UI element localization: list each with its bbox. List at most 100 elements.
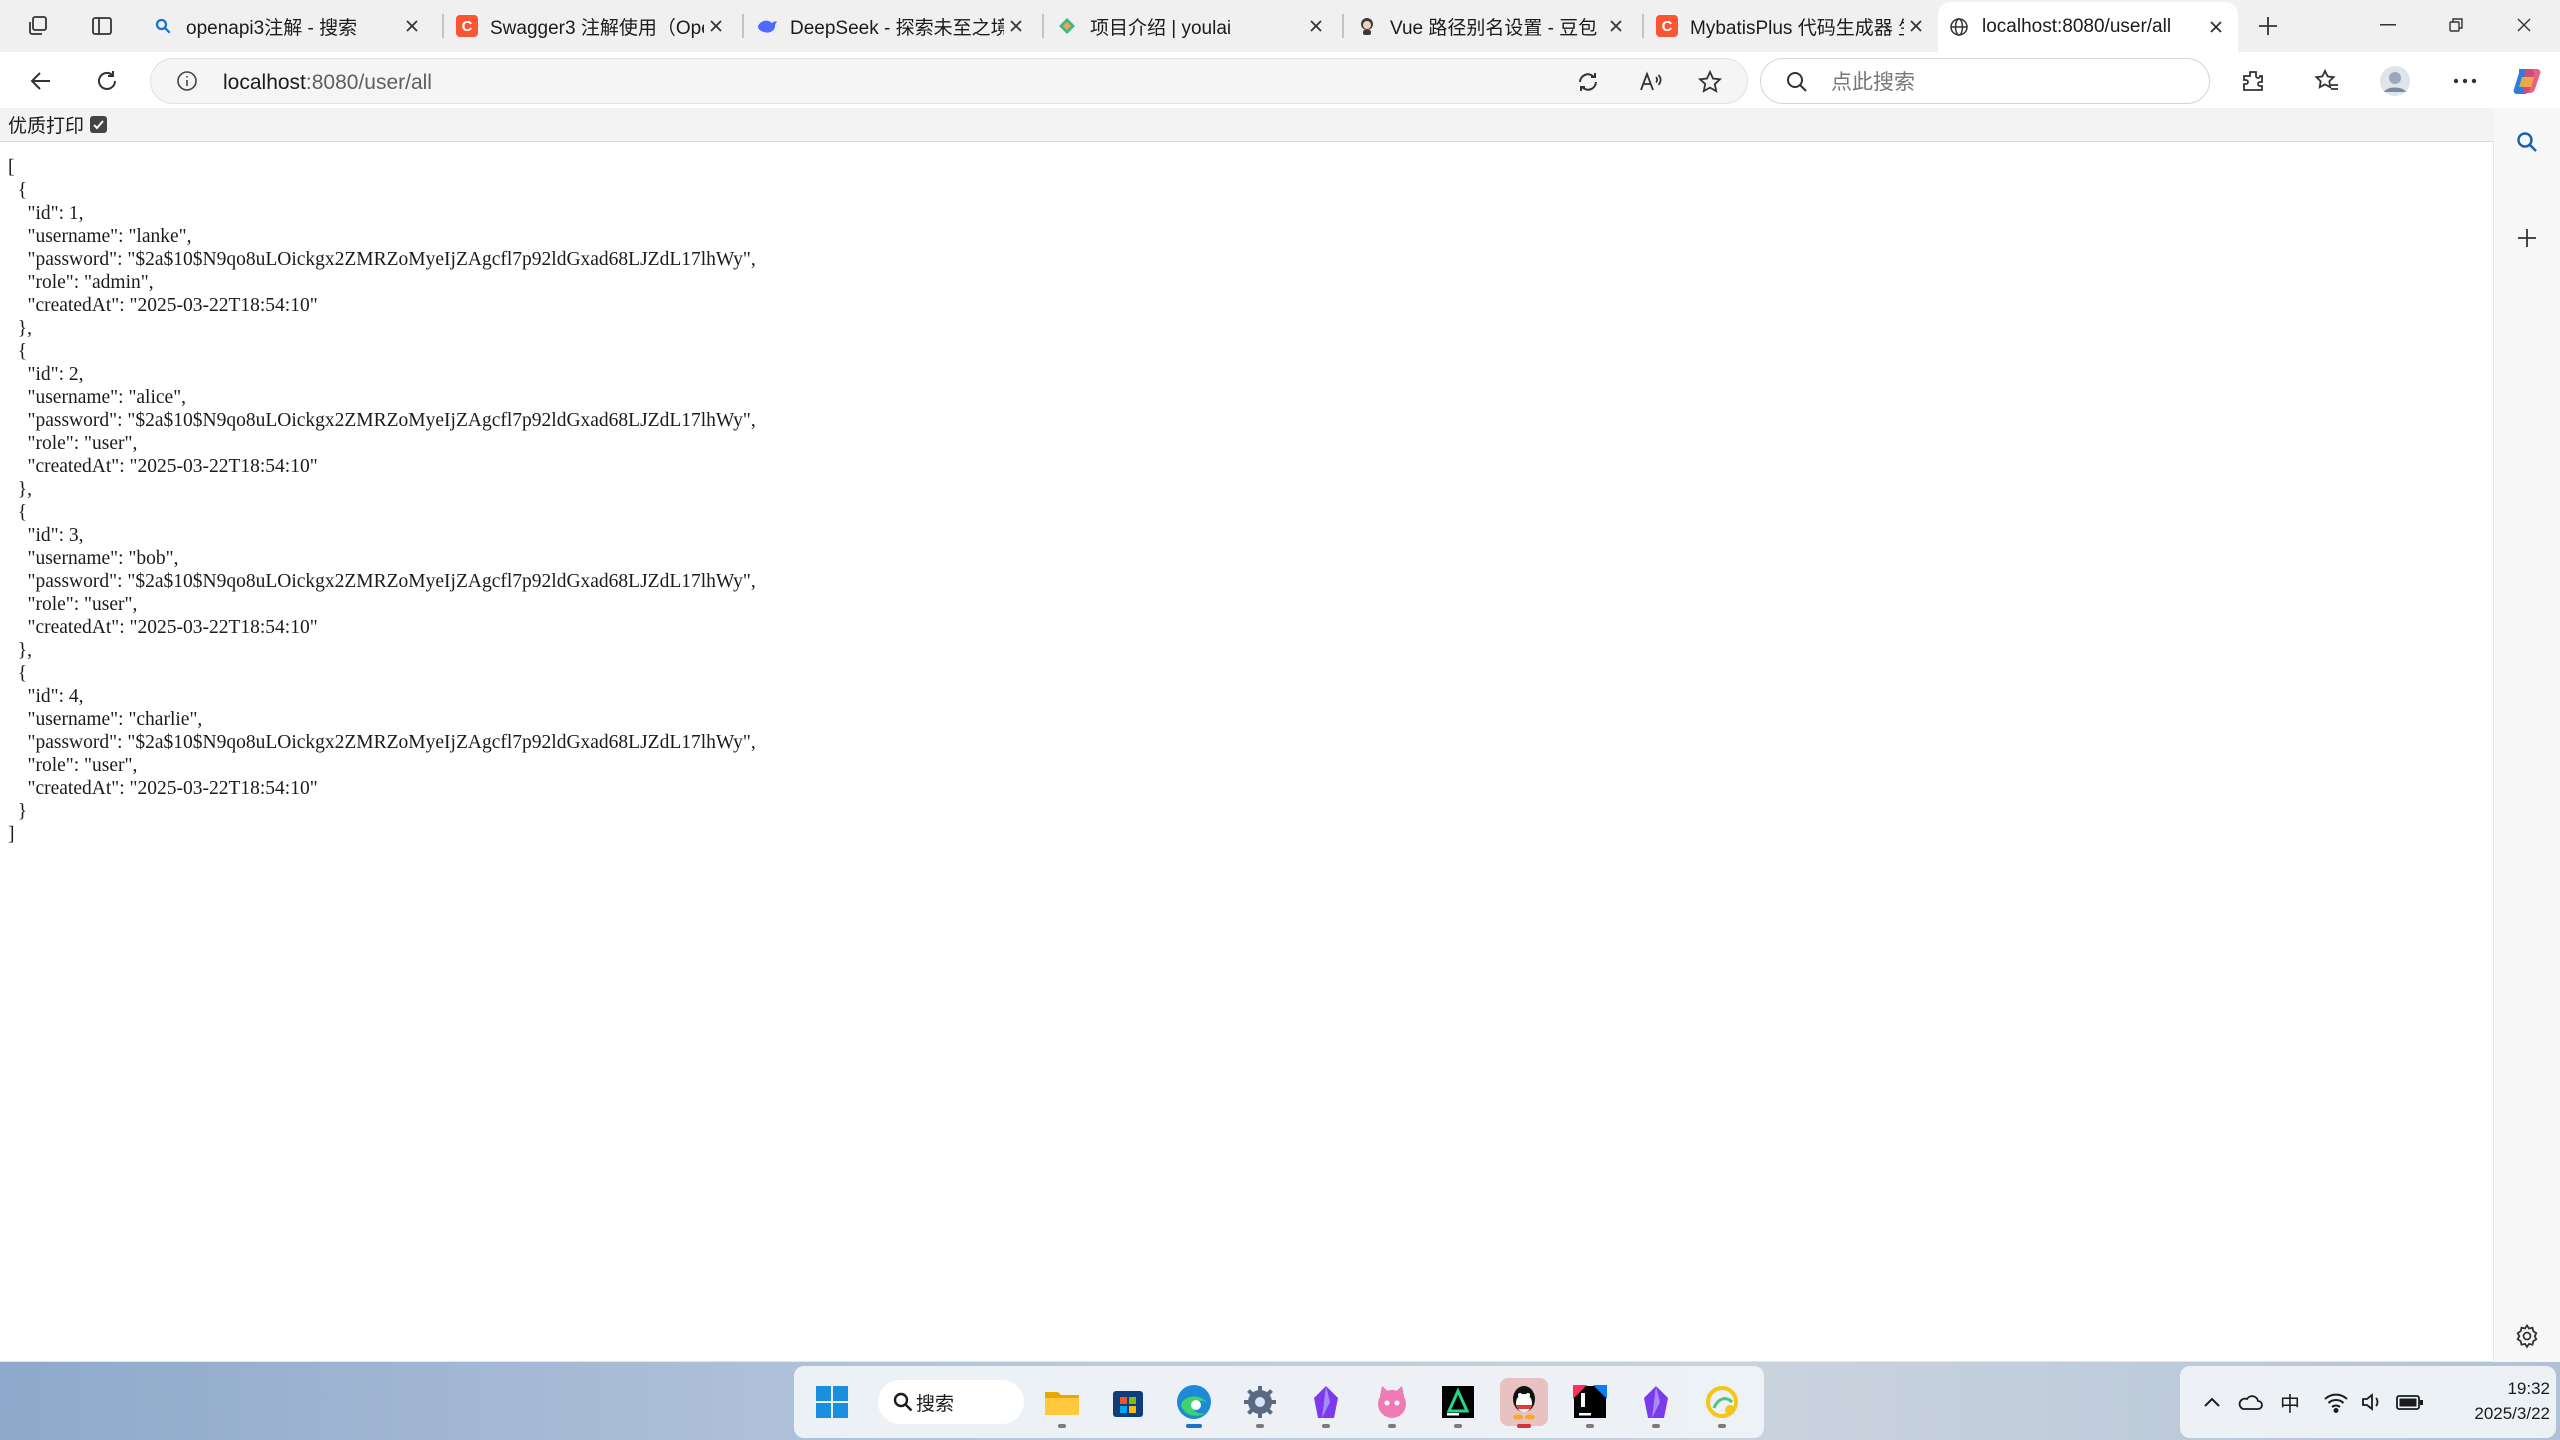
json-line-password: "password": "$2a$10$N9qo8uLOickgx2ZMRZoM… bbox=[8, 732, 756, 753]
close-icon[interactable] bbox=[1904, 14, 1928, 38]
url-path: :8080/user/all bbox=[305, 71, 432, 94]
tab-openapi3[interactable]: openapi3注解 - 搜索 bbox=[142, 6, 434, 46]
pycharm-icon[interactable] bbox=[1434, 1378, 1482, 1428]
tab-doubao[interactable]: Vue 路径别名设置 - 豆包 bbox=[1346, 6, 1638, 46]
back-icon[interactable] bbox=[20, 60, 62, 102]
favorites-icon[interactable] bbox=[2306, 60, 2348, 102]
tab-swagger3[interactable]: C Swagger3 注解使用（Open bbox=[446, 6, 738, 46]
ime-indicator[interactable]: 中 bbox=[2276, 1388, 2304, 1416]
json-key: "id": bbox=[8, 364, 69, 385]
json-key: "username": bbox=[8, 548, 129, 569]
clock[interactable]: 19:32 2025/3/22 bbox=[2450, 1376, 2550, 1426]
json-line-id: "id": 2, bbox=[8, 364, 84, 385]
pretty-print-label: 优质打印 bbox=[8, 115, 85, 137]
url-host: localhost bbox=[223, 71, 306, 94]
site-info-icon[interactable] bbox=[175, 69, 199, 98]
json-value: "alice" bbox=[128, 387, 182, 408]
json-punct: , bbox=[78, 686, 84, 707]
file-explorer-icon[interactable] bbox=[1038, 1378, 1086, 1428]
restore-icon[interactable] bbox=[2420, 0, 2492, 50]
tab-localhost-active[interactable]: localhost:8080/user/all bbox=[1938, 2, 2238, 52]
url-text[interactable]: localhost:8080/user/all bbox=[223, 71, 432, 95]
json-punct: , bbox=[78, 364, 84, 385]
json-brace: { bbox=[17, 180, 28, 201]
refresh-icon[interactable] bbox=[86, 60, 128, 102]
close-icon[interactable] bbox=[400, 14, 424, 38]
close-window-icon[interactable] bbox=[2488, 0, 2560, 50]
close-icon[interactable] bbox=[2204, 15, 2228, 39]
tab-title: MybatisPlus 代码生成器 生 bbox=[1690, 17, 1904, 39]
windows-taskbar: 搜索 中 19:32 2025/3/22 bbox=[0, 1362, 2560, 1440]
close-icon[interactable] bbox=[704, 14, 728, 38]
json-bracket: ] bbox=[8, 824, 15, 845]
json-value: 1 bbox=[68, 203, 79, 224]
search-input[interactable] bbox=[1831, 69, 2191, 95]
copilot-icon[interactable] bbox=[2506, 60, 2548, 102]
onedrive-cloud-icon[interactable] bbox=[2236, 1388, 2264, 1416]
search-box[interactable] bbox=[1760, 58, 2210, 104]
tab-separator bbox=[442, 14, 444, 38]
json-line-password: "password": "$2a$10$N9qo8uLOickgx2ZMRZoM… bbox=[8, 249, 756, 270]
running-indicator bbox=[1652, 1424, 1660, 1428]
json-bracket: [ bbox=[8, 157, 15, 178]
store-icon[interactable] bbox=[1104, 1378, 1152, 1426]
json-key: "password": bbox=[8, 410, 128, 431]
json-value: "admin" bbox=[84, 272, 149, 293]
search-icon bbox=[892, 1391, 914, 1418]
taskbar-search[interactable]: 搜索 bbox=[878, 1380, 1024, 1424]
json-punct: , bbox=[186, 226, 192, 247]
new-tab-icon[interactable] bbox=[2252, 10, 2284, 42]
tab-mybatisplus[interactable]: C MybatisPlus 代码生成器 生 bbox=[1646, 6, 1938, 46]
tab-deepseek[interactable]: DeepSeek - 探索未至之境 bbox=[746, 6, 1038, 46]
wifi-icon[interactable] bbox=[2322, 1388, 2350, 1416]
json-punct: , bbox=[197, 709, 203, 730]
read-aloud-icon[interactable] bbox=[1637, 69, 1663, 100]
tab-title: DeepSeek - 探索未至之境 bbox=[790, 17, 1004, 39]
edge-icon[interactable] bbox=[1170, 1378, 1218, 1428]
chevron-up-icon[interactable] bbox=[2198, 1388, 2226, 1416]
settings-icon[interactable] bbox=[1236, 1378, 1284, 1428]
json-brace: { bbox=[17, 341, 28, 362]
sidebar-add-icon[interactable] bbox=[2511, 222, 2543, 254]
close-icon[interactable] bbox=[1604, 14, 1628, 38]
qq-icon[interactable] bbox=[1500, 1378, 1548, 1428]
globe-icon bbox=[1948, 16, 1970, 38]
translate-icon[interactable] bbox=[1575, 69, 1601, 100]
vertical-tabs-icon[interactable] bbox=[86, 10, 118, 42]
sidebar-settings-icon[interactable] bbox=[2511, 1320, 2543, 1352]
csdn-icon: C bbox=[1656, 15, 1678, 37]
json-value: "user" bbox=[84, 755, 133, 776]
favorite-star-icon[interactable] bbox=[1697, 69, 1723, 100]
doubao-icon bbox=[1356, 15, 1378, 37]
address-bar[interactable]: localhost:8080/user/all bbox=[150, 58, 1748, 104]
json-line-createdAt: "createdAt": "2025-03-22T18:54:10" bbox=[8, 456, 318, 477]
json-punct: , bbox=[132, 755, 138, 776]
search-icon bbox=[1785, 70, 1809, 99]
more-options-icon[interactable] bbox=[2444, 60, 2486, 102]
tab-youlai[interactable]: 项目介绍 | youlai bbox=[1046, 6, 1338, 46]
workspaces-icon[interactable] bbox=[22, 10, 54, 42]
start-icon[interactable] bbox=[808, 1378, 856, 1426]
extensions-icon[interactable] bbox=[2232, 60, 2274, 102]
intellij-icon[interactable] bbox=[1566, 1378, 1614, 1428]
json-key: "role": bbox=[8, 433, 85, 454]
json-punct: , bbox=[173, 548, 179, 569]
obsidian-icon[interactable] bbox=[1302, 1378, 1350, 1428]
json-punct: , bbox=[181, 387, 187, 408]
profile-avatar[interactable] bbox=[2374, 60, 2416, 102]
json-value: "lanke" bbox=[128, 226, 187, 247]
battery-icon[interactable] bbox=[2396, 1388, 2424, 1416]
obsidian-icon[interactable] bbox=[1632, 1378, 1680, 1428]
pretty-print-checkbox[interactable] bbox=[90, 116, 108, 133]
json-value: "$2a$10$N9qo8uLOickgx2ZMRZoMyeIjZAgcfl7p… bbox=[127, 571, 751, 592]
cat-app-icon[interactable] bbox=[1368, 1378, 1416, 1428]
volume-icon[interactable] bbox=[2358, 1388, 2386, 1416]
json-brace: }, bbox=[17, 640, 32, 661]
tab-separator bbox=[1342, 14, 1344, 38]
close-icon[interactable] bbox=[1304, 14, 1328, 38]
misc-app-icon[interactable] bbox=[1698, 1378, 1746, 1428]
sidebar-search-icon[interactable] bbox=[2511, 126, 2543, 158]
json-punct: , bbox=[78, 203, 84, 224]
close-icon[interactable] bbox=[1004, 14, 1028, 38]
minimize-icon[interactable] bbox=[2352, 0, 2424, 50]
